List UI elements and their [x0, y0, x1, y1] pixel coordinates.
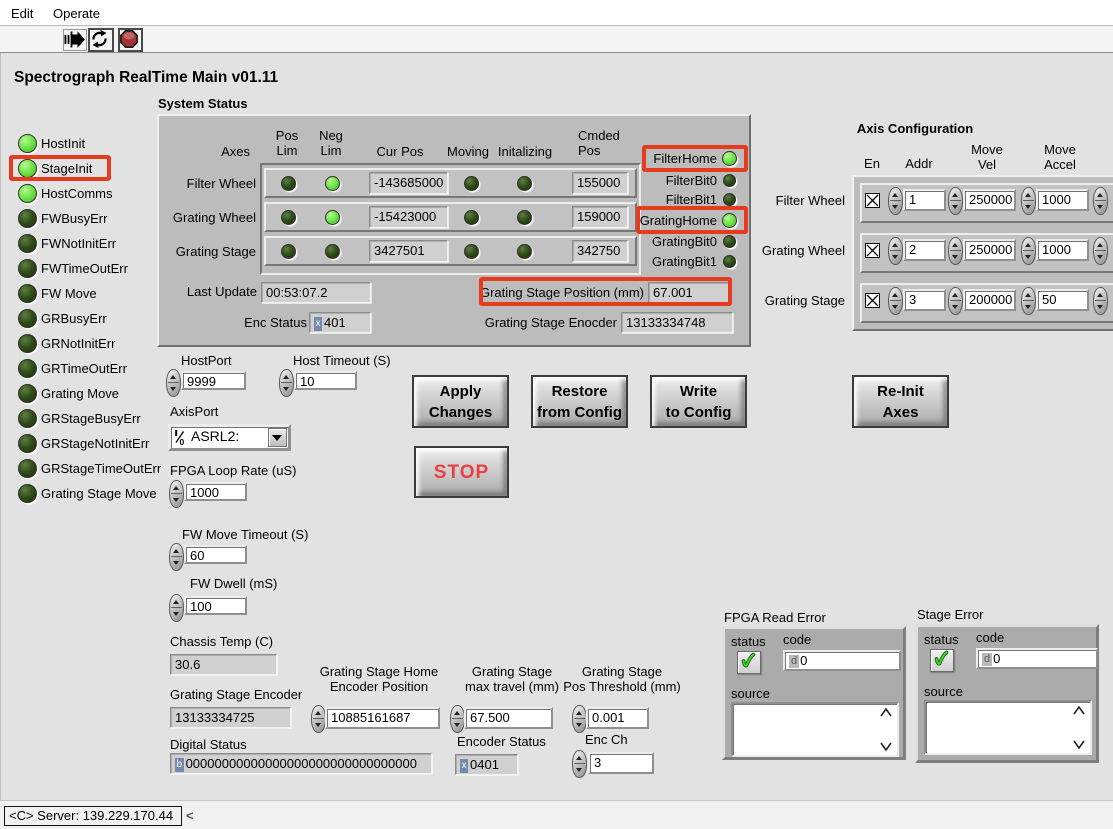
svg-text:0: 0 — [180, 437, 185, 446]
